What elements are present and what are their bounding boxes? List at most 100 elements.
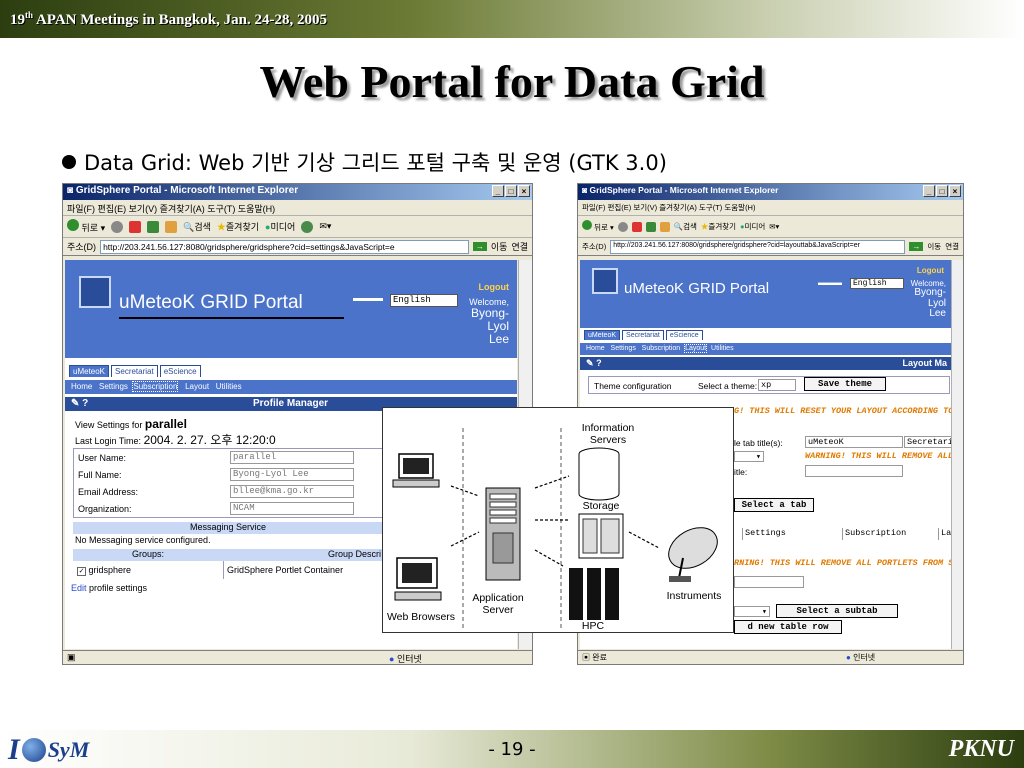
logout-link-2[interactable]: Logout [896, 266, 944, 275]
go-label[interactable]: 이동 [491, 240, 508, 253]
logout-link[interactable]: Logout [459, 282, 510, 292]
add-table-row-button[interactable]: d new table row [734, 620, 842, 634]
nav-layout-2[interactable]: Layout [684, 344, 708, 353]
subtab-field-1[interactable]: Settings [742, 528, 838, 540]
gridlab-logo [79, 276, 111, 308]
label-storage: Storage [582, 500, 620, 512]
tab-escience[interactable]: eScience [159, 365, 201, 377]
theme-select[interactable]: xp [758, 379, 796, 391]
tab-title-field-2[interactable]: Secretaria [904, 436, 951, 448]
back-button-2[interactable]: 뒤로 ▾ [582, 220, 614, 233]
language-select[interactable]: English [390, 294, 458, 307]
back-button[interactable]: 뒤로 ▾ [67, 219, 105, 234]
nav-subscription-2[interactable]: Subscription [642, 345, 681, 352]
vertical-scrollbar-2[interactable] [951, 260, 963, 649]
tab-secretariat-2[interactable]: Secretariat [622, 330, 664, 340]
edit-link[interactable]: Edit [71, 583, 87, 593]
title-field[interactable] [805, 465, 903, 477]
label-web-browsers: Web Browsers [386, 611, 456, 623]
user-name-field[interactable]: parallel [230, 451, 354, 464]
email-label: Email Address: [78, 487, 139, 497]
help-icon[interactable]: ? [82, 398, 88, 409]
select-subtab-button[interactable]: Select a subtab [776, 604, 898, 618]
tab-umeteok-2[interactable]: uMeteoK [584, 330, 621, 340]
status-bar-2: ▣ 완료 ● 인터넷 [578, 650, 963, 664]
window-title-bar-2[interactable]: ◙ GridSphere Portal - Microsoft Internet… [578, 184, 963, 200]
page-icon-2: ▣ [582, 653, 590, 662]
favorites-button[interactable]: ★즐겨찾기 [217, 220, 259, 233]
nav-subscription[interactable]: Subscription [132, 381, 179, 392]
architecture-diagram: Information Servers Storage Application … [382, 407, 734, 633]
mail-icon-2[interactable]: ✉▾ [769, 222, 779, 231]
minimize-button-2[interactable]: _ [923, 185, 935, 197]
search-button-2[interactable]: 🔍검색 [674, 221, 697, 232]
maximize-button[interactable]: □ [505, 185, 517, 197]
nav-utilities[interactable]: Utilities [216, 382, 242, 391]
search-button[interactable]: 🔍검색 [183, 220, 211, 233]
home-icon-2[interactable] [659, 221, 670, 232]
address-label-2: 주소(D) [582, 242, 607, 251]
tab-umeteok[interactable]: uMeteoK [69, 365, 110, 377]
help-icon-2[interactable]: ? [596, 358, 602, 368]
remove-warning: WARNING! THIS WILL REMOVE ALL [805, 451, 951, 461]
ie-icon: ◙ [67, 185, 76, 196]
history-icon[interactable] [301, 220, 314, 233]
mail-icon[interactable]: ✉▾ [319, 221, 331, 232]
close-button[interactable]: × [518, 185, 530, 197]
nav-home-2[interactable]: Home [586, 345, 605, 352]
nav-utilities-2[interactable]: Utilities [711, 345, 734, 352]
group-checkbox[interactable]: ✓ [77, 567, 86, 576]
tab-select[interactable]: ▾ [734, 451, 764, 462]
select-tab-button[interactable]: Select a tab [734, 498, 814, 512]
search-icon: 🔍 [183, 222, 195, 232]
media-button[interactable]: ●미디어 [265, 220, 295, 233]
subtab-select[interactable]: ▾ [734, 606, 770, 617]
forward-icon[interactable] [111, 220, 124, 233]
refresh-icon-2[interactable] [645, 221, 656, 232]
nav-layout[interactable]: Layout [185, 382, 209, 391]
forward-icon-2[interactable] [617, 221, 628, 232]
minimize-button[interactable]: _ [492, 185, 504, 197]
refresh-icon[interactable] [147, 220, 160, 233]
nav-home[interactable]: Home [71, 382, 92, 391]
close-button-2[interactable]: × [949, 185, 961, 197]
portal-tabs: uMeteoK Secretariat eScience [69, 365, 201, 377]
portlet-title-2: Layout Ma [902, 358, 947, 368]
email-field[interactable]: bllee@kma.go.kr [230, 485, 354, 498]
menu-bar-2[interactable]: 파일(F) 편집(E) 보기(V) 즐겨찾기(A) 도구(T) 도움말(H) [578, 200, 963, 216]
subtab-field-3[interactable]: La [938, 528, 951, 540]
url-input-2[interactable]: http://203.241.56.127:8080/gridsphere/gr… [610, 239, 906, 254]
favorites-button-2[interactable]: ★즐겨찾기 [701, 221, 736, 232]
url-input[interactable]: http://203.241.56.127:8080/gridsphere/gr… [100, 239, 469, 254]
home-icon[interactable] [165, 220, 178, 233]
subtab-title-field[interactable] [734, 576, 804, 588]
last-login-row: Last Login Time: 2004. 2. 27. 오후 12:20:0 [75, 433, 276, 447]
address-label: 주소(D) [67, 242, 97, 252]
go-label-2[interactable]: 이동 [927, 241, 941, 252]
go-button-2[interactable]: → [909, 242, 924, 251]
nav-settings[interactable]: Settings [99, 382, 128, 391]
organization-field[interactable]: NCAM [230, 502, 354, 515]
go-button[interactable]: → [472, 242, 487, 251]
messaging-text: No Messaging service configured. [75, 535, 211, 545]
slide: 19th APAN Meetings in Bangkok, Jan. 24-2… [0, 0, 1024, 768]
tab-secretariat[interactable]: Secretariat [111, 365, 158, 377]
nav-settings-2[interactable]: Settings [611, 345, 636, 352]
maximize-button-2[interactable]: □ [936, 185, 948, 197]
edit-pencil-icon-2[interactable]: ✎ [586, 358, 594, 368]
edit-pencil-icon[interactable]: ✎ [71, 398, 79, 409]
stop-icon[interactable] [129, 220, 142, 233]
portal-banner: uMeteoK GRID Portal ▬▬▬ English Logout W… [65, 260, 517, 358]
tab-escience-2[interactable]: eScience [665, 330, 703, 340]
full-name-field[interactable]: Byong-Lyol Lee [230, 468, 354, 481]
stop-icon-2[interactable] [631, 221, 642, 232]
save-theme-button[interactable]: Save theme [804, 377, 886, 391]
menu-bar[interactable]: 파일(F) 편집(E) 보기(V) 즐겨찾기(A) 도구(T) 도움말(H) [63, 200, 532, 216]
media-button-2[interactable]: ●미디어 [740, 221, 765, 232]
links-label-2[interactable]: 연결 [945, 241, 959, 252]
tab-title-field-1[interactable]: uMeteoK [805, 436, 903, 448]
window-title-bar[interactable]: ◙ GridSphere Portal - Microsoft Internet… [63, 184, 532, 200]
satellite-dish-icon [668, 527, 718, 582]
subtab-field-2[interactable]: Subscription [842, 528, 938, 540]
links-label[interactable]: 연결 [511, 240, 528, 253]
